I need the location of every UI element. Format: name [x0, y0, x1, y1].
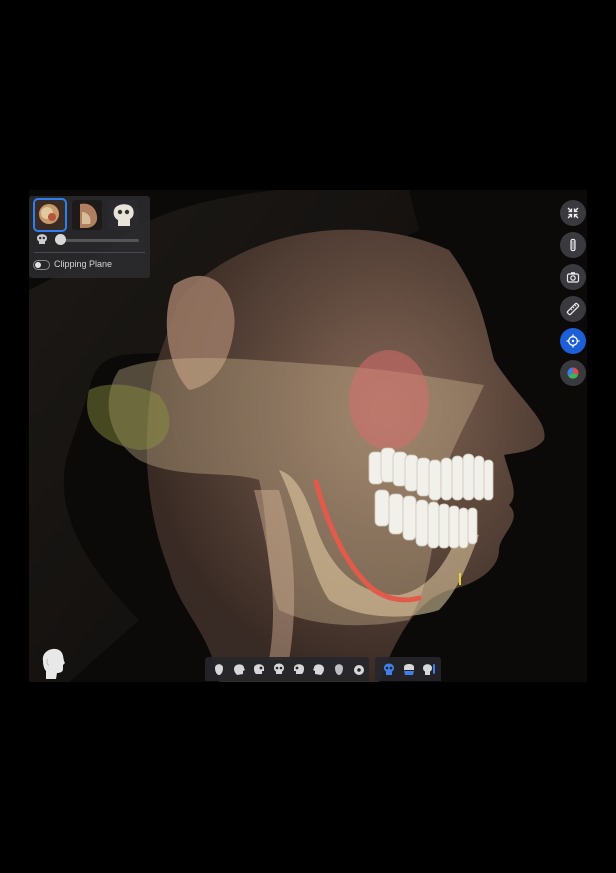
clipping-plane-toggle[interactable]: [33, 260, 50, 270]
implant-icon: [570, 238, 576, 252]
panel-divider: [34, 252, 145, 253]
view-back-head-icon[interactable]: [331, 661, 347, 677]
opacity-slider-knob[interactable]: [55, 234, 66, 245]
implant-button[interactable]: [560, 232, 586, 258]
preset-skull-only[interactable]: [108, 200, 138, 230]
collapse-icon: [567, 207, 579, 219]
opacity-slider-track[interactable]: [55, 239, 139, 242]
crosshair-button[interactable]: [560, 328, 586, 354]
skull-opacity-icon: [37, 234, 47, 244]
preset-face-with-skull[interactable]: [33, 198, 67, 232]
view-front-skull-icon[interactable]: [271, 661, 287, 677]
measure-button[interactable]: [560, 296, 586, 322]
view-left-head-icon[interactable]: [311, 661, 327, 677]
airway-layer-icon[interactable]: [421, 661, 437, 677]
ruler-icon: [566, 302, 580, 316]
collapse-button[interactable]: [560, 200, 586, 226]
skull-layer-icon[interactable]: [381, 661, 397, 677]
head-orientation-icon[interactable]: [36, 643, 68, 681]
camera-icon: [566, 272, 580, 283]
view-preset-panel: Clipping Plane: [29, 196, 150, 278]
color-map-button[interactable]: [560, 360, 586, 386]
face-side-thumb-icon: [72, 200, 102, 230]
view-right-head-icon[interactable]: [231, 661, 247, 677]
screenshot-button[interactable]: [560, 264, 586, 290]
view-bottom-skull-icon[interactable]: [351, 661, 367, 677]
view-left-skull-icon[interactable]: [291, 661, 307, 677]
crosshair-icon: [566, 334, 580, 348]
view-orientation-bar: [205, 657, 369, 681]
mandible-layer-icon[interactable]: [401, 661, 417, 677]
layer-toggle-bar: [375, 657, 441, 681]
view-right-skull-icon[interactable]: [251, 661, 267, 677]
preset-face-side[interactable]: [72, 200, 102, 230]
skull-thumb-icon: [108, 200, 138, 230]
view-front-head-icon[interactable]: [211, 661, 227, 677]
clipping-plane-label: Clipping Plane: [54, 259, 113, 269]
face-skull-thumb-icon: [35, 200, 65, 230]
color-wheel-icon: [567, 367, 579, 379]
